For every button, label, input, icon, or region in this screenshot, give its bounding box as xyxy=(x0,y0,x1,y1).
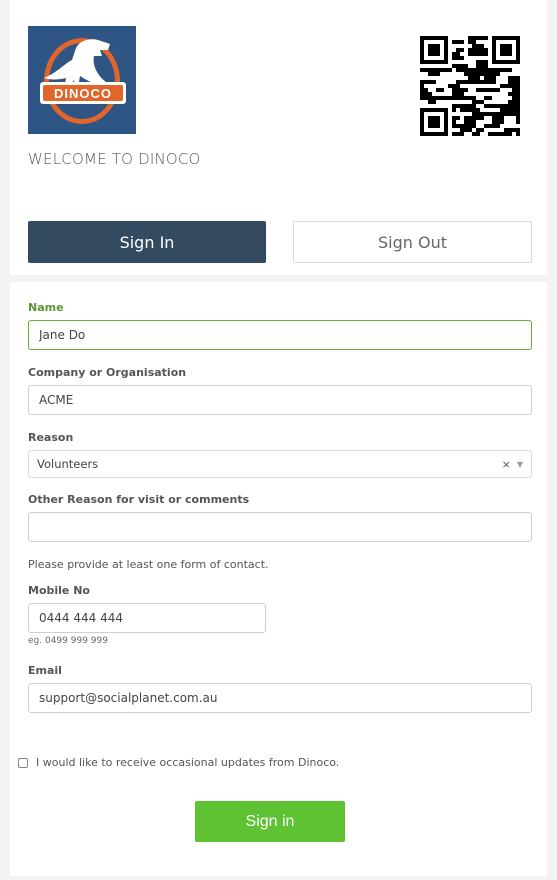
updates-option[interactable]: I would like to receive occasional updat… xyxy=(18,756,339,769)
reason-selected-value: Volunteers xyxy=(37,457,99,471)
mobile-label: Mobile No xyxy=(28,584,90,597)
qr-code xyxy=(420,36,520,136)
welcome-title: WELCOME TO DINOCO xyxy=(28,150,201,168)
updates-checkbox[interactable] xyxy=(18,757,28,768)
contact-note: Please provide at least one form of cont… xyxy=(28,558,269,571)
mobile-input[interactable] xyxy=(28,603,266,633)
name-label: Name xyxy=(28,301,64,314)
name-input[interactable] xyxy=(28,320,532,350)
company-label: Company or Organisation xyxy=(28,366,187,379)
other-reason-input[interactable] xyxy=(28,512,532,542)
dinoco-logo: DINOCO xyxy=(28,26,136,134)
reason-label: Reason xyxy=(28,431,74,444)
sign-in-submit-button[interactable]: Sign in xyxy=(195,801,345,842)
email-input[interactable] xyxy=(28,683,532,713)
sign-in-form-card: Name Company or Organisation Reason Volu… xyxy=(10,282,547,876)
updates-label: I would like to receive occasional updat… xyxy=(36,756,340,769)
clear-icon[interactable]: × xyxy=(502,458,511,471)
chevron-down-icon[interactable]: ▼ xyxy=(517,460,523,469)
tab-sign-in[interactable]: Sign In xyxy=(28,221,266,263)
tab-sign-out[interactable]: Sign Out xyxy=(293,221,532,263)
logo-text: DINOCO xyxy=(54,86,112,101)
mobile-hint: eg. 0499 999 999 xyxy=(28,636,108,646)
other-reason-label: Other Reason for visit or comments xyxy=(28,493,250,506)
company-input[interactable] xyxy=(28,385,532,415)
header-card: DINOCO WELCOME TO DINOCO Sign In Sign Ou… xyxy=(10,0,547,275)
email-label: Email xyxy=(28,664,62,677)
reason-select[interactable]: Volunteers × ▼ xyxy=(28,450,532,478)
